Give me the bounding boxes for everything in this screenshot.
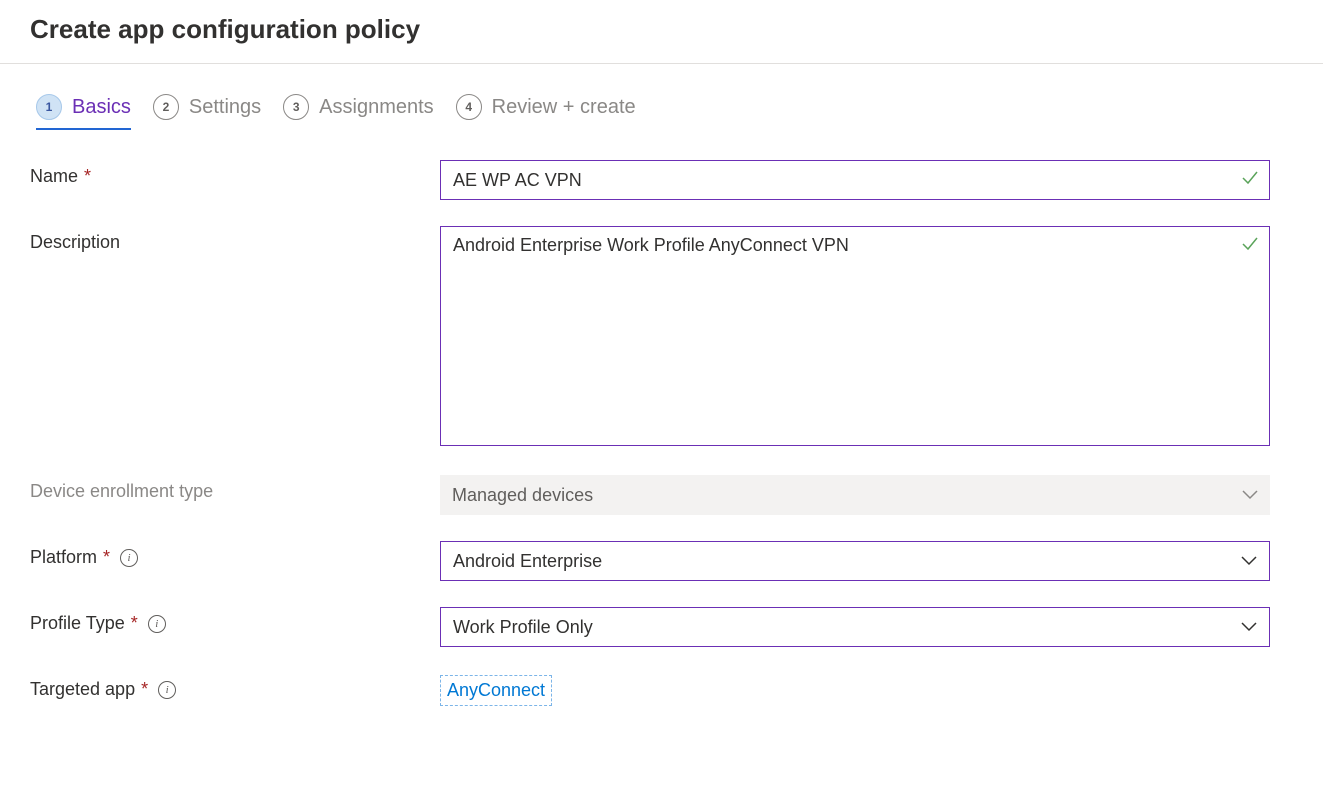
- wizard-tabs: 1 Basics 2 Settings 3 Assignments 4 Revi…: [30, 64, 1293, 130]
- info-icon[interactable]: i: [158, 681, 176, 699]
- content-area: 1 Basics 2 Settings 3 Assignments 4 Revi…: [0, 64, 1323, 706]
- tab-step-number: 1: [36, 94, 62, 120]
- description-textarea[interactable]: [440, 226, 1270, 446]
- row-name: Name *: [30, 160, 1293, 200]
- tab-label: Assignments: [319, 96, 434, 119]
- targeted-app-link[interactable]: AnyConnect: [440, 675, 552, 706]
- row-profile-type: Profile Type * i Work Profile Only: [30, 607, 1293, 647]
- page-title: Create app configuration policy: [30, 14, 1293, 45]
- platform-select[interactable]: Android Enterprise: [440, 541, 1270, 581]
- required-marker: *: [103, 547, 110, 568]
- tab-step-number: 3: [283, 94, 309, 120]
- tab-label: Basics: [72, 96, 131, 119]
- label-name: Name *: [30, 160, 440, 187]
- tab-settings[interactable]: 2 Settings: [153, 94, 261, 130]
- tab-label: Review + create: [492, 96, 636, 119]
- tab-label: Settings: [189, 96, 261, 119]
- tab-review-create[interactable]: 4 Review + create: [456, 94, 636, 130]
- info-icon[interactable]: i: [120, 549, 138, 567]
- info-icon[interactable]: i: [148, 615, 166, 633]
- name-input[interactable]: [440, 160, 1270, 200]
- label-targeted-app: Targeted app * i: [30, 673, 440, 700]
- required-marker: *: [131, 613, 138, 634]
- required-marker: *: [141, 679, 148, 700]
- chevron-down-icon: [1242, 490, 1258, 500]
- chevron-down-icon: [1241, 556, 1257, 566]
- tab-assignments[interactable]: 3 Assignments: [283, 94, 434, 130]
- row-platform: Platform * i Android Enterprise: [30, 541, 1293, 581]
- label-profile-type: Profile Type * i: [30, 607, 440, 634]
- tab-step-number: 4: [456, 94, 482, 120]
- page-header: Create app configuration policy: [0, 0, 1323, 64]
- required-marker: *: [84, 166, 91, 187]
- label-device-enrollment: Device enrollment type: [30, 475, 440, 502]
- label-description: Description: [30, 226, 440, 253]
- chevron-down-icon: [1241, 622, 1257, 632]
- row-description: Description: [30, 226, 1293, 449]
- row-device-enrollment: Device enrollment type Managed devices: [30, 475, 1293, 515]
- row-targeted-app: Targeted app * i AnyConnect: [30, 673, 1293, 706]
- tab-basics[interactable]: 1 Basics: [36, 94, 131, 130]
- label-platform: Platform * i: [30, 541, 440, 568]
- device-enrollment-select: Managed devices: [440, 475, 1270, 515]
- profile-type-select[interactable]: Work Profile Only: [440, 607, 1270, 647]
- tab-step-number: 2: [153, 94, 179, 120]
